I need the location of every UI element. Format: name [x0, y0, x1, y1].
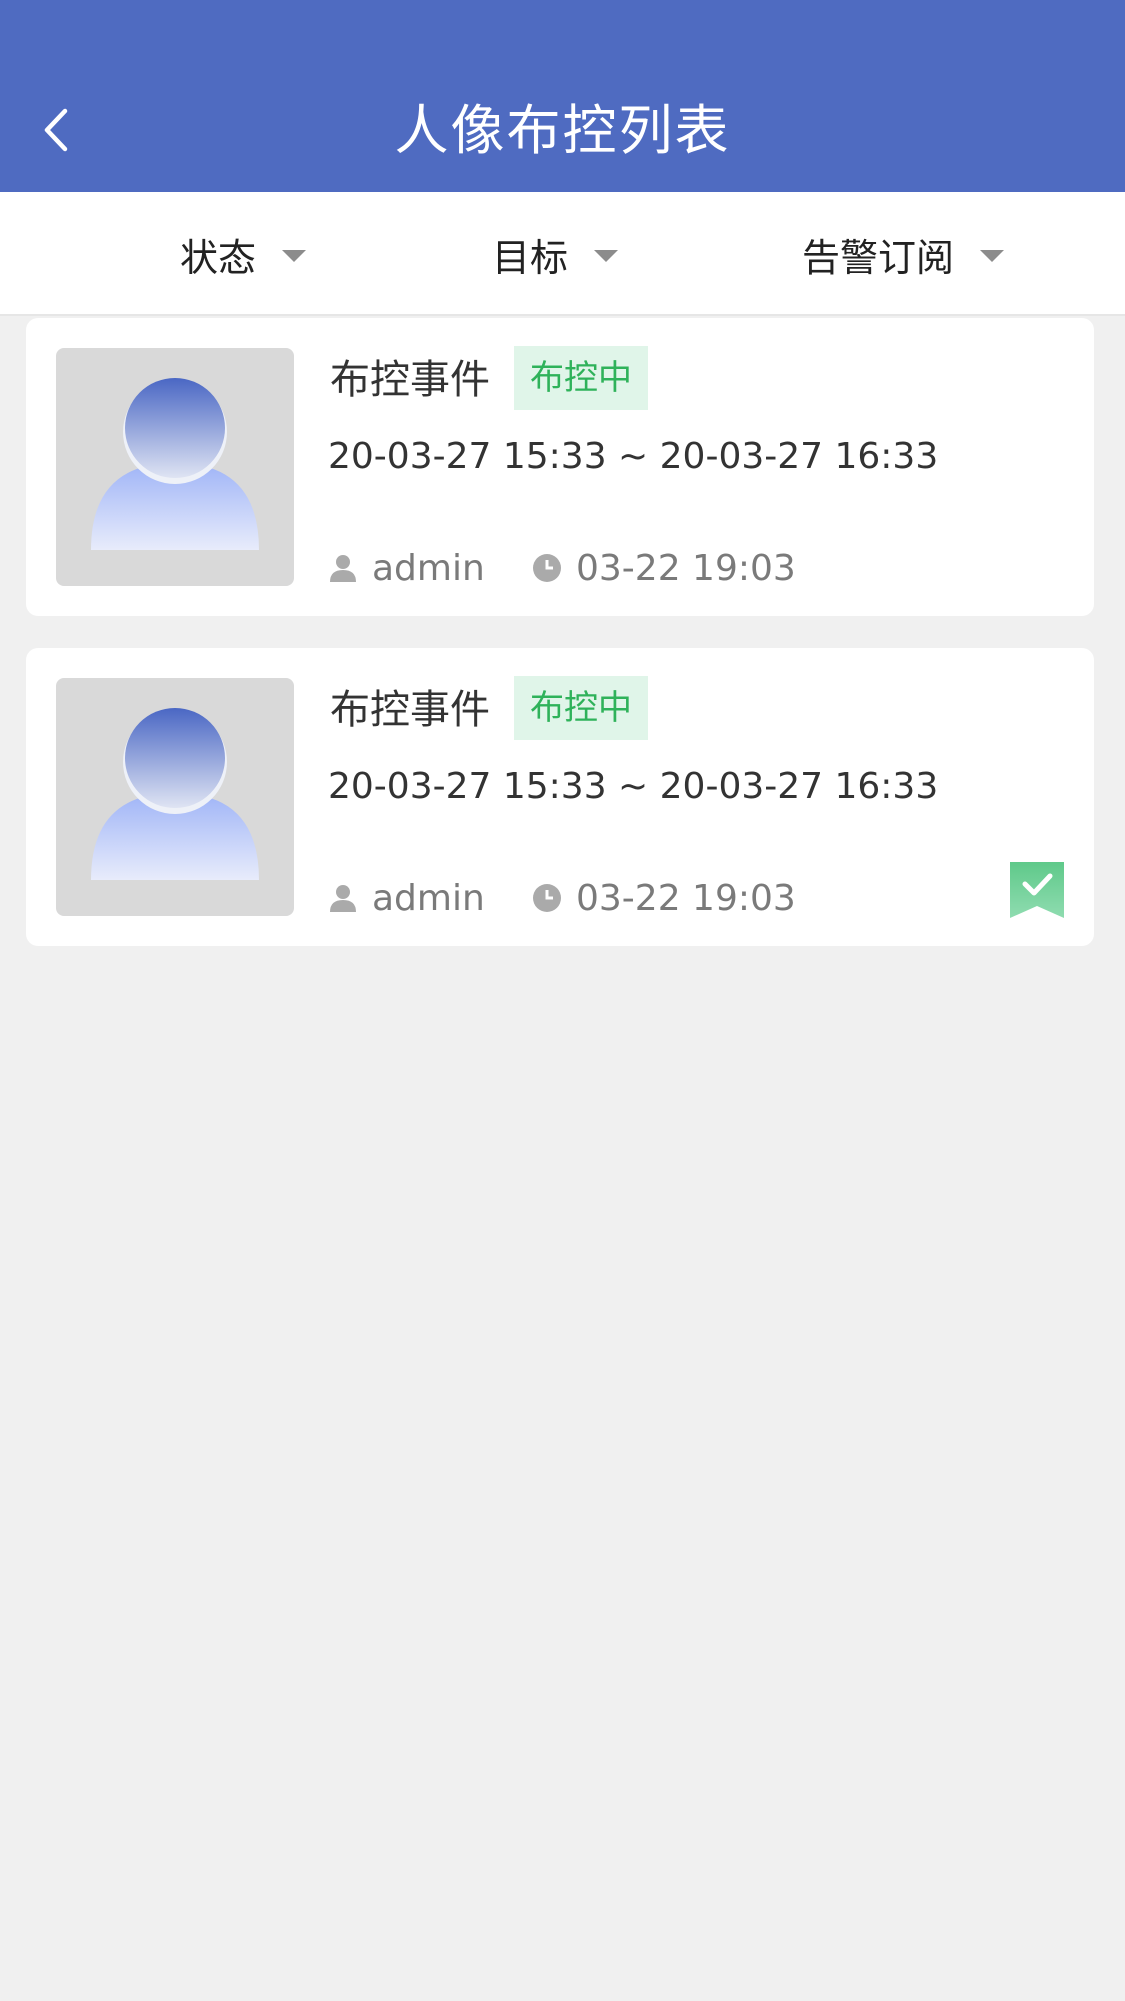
person-avatar: [56, 348, 294, 586]
event-card[interactable]: 布控事件 布控中 20-03-27 15:33 ~ 20-03-27 16:33…: [26, 648, 1094, 946]
event-time-range: 20-03-27 15:33 ~ 20-03-27 16:33: [328, 766, 939, 807]
event-created-time: 03-22 19:03: [532, 543, 796, 593]
filter-status-dropdown[interactable]: 状态: [180, 192, 307, 316]
filter-status-label: 状态: [180, 235, 257, 280]
person-placeholder-icon: [91, 378, 259, 550]
person-avatar: [56, 678, 294, 916]
filter-target-dropdown[interactable]: 目标: [492, 192, 619, 316]
page-title: 人像布控列表: [394, 99, 731, 162]
filter-alert-subscription-dropdown[interactable]: 告警订阅: [802, 192, 1005, 316]
user-icon: [330, 885, 356, 912]
clock-icon: [533, 884, 561, 912]
creator-name: admin: [372, 877, 485, 919]
status-badge: 布控中: [514, 676, 648, 740]
clock-icon: [533, 554, 561, 582]
event-creator: admin: [328, 543, 485, 593]
header-bar: 人像布控列表: [0, 0, 1125, 192]
caret-down-icon: [980, 250, 1005, 262]
filter-bar: 状态 目标 告警订阅: [0, 192, 1125, 316]
filter-target-label: 目标: [492, 235, 569, 280]
event-name: 布控事件: [330, 687, 490, 733]
subscribed-bookmark-icon[interactable]: [1010, 862, 1064, 918]
event-time-range: 20-03-27 15:33 ~ 20-03-27 16:33: [328, 436, 939, 477]
status-badge: 布控中: [514, 346, 648, 410]
person-placeholder-icon: [91, 708, 259, 880]
event-creator: admin: [328, 873, 485, 923]
caret-down-icon: [282, 250, 307, 262]
creator-name: admin: [372, 547, 485, 589]
user-icon: [330, 555, 356, 582]
event-name: 布控事件: [330, 357, 490, 403]
created-time-text: 03-22 19:03: [576, 547, 796, 589]
event-created-time: 03-22 19:03: [532, 873, 796, 923]
created-time-text: 03-22 19:03: [576, 877, 796, 919]
event-card[interactable]: 布控事件 布控中 20-03-27 15:33 ~ 20-03-27 16:33…: [26, 318, 1094, 616]
filter-alert-subscription-label: 告警订阅: [802, 235, 955, 280]
caret-down-icon: [594, 250, 619, 262]
